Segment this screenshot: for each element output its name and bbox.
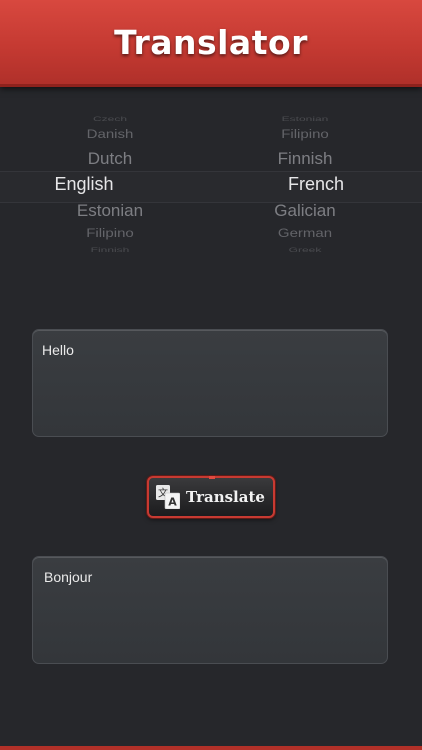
svg-text:A: A: [168, 496, 177, 509]
target-language-selected[interactable]: French: [226, 174, 406, 195]
translate-button-label: Translate: [186, 488, 265, 506]
source-language-option[interactable]: Finnish: [20, 246, 200, 254]
translation-output-value: Bonjour: [44, 569, 93, 585]
source-language-option[interactable]: Filipino: [20, 227, 200, 241]
target-language-option[interactable]: Estonian: [215, 115, 395, 123]
button-accent-tick: [209, 476, 215, 479]
source-language-option[interactable]: Czech: [20, 115, 200, 123]
target-language-option[interactable]: German: [215, 227, 395, 241]
translate-button[interactable]: 文 A Translate: [147, 476, 275, 518]
app-header: Translator: [0, 0, 422, 87]
source-language-option[interactable]: Dutch: [20, 149, 200, 169]
target-language-option[interactable]: Finnish: [215, 149, 395, 169]
target-language-option[interactable]: Galician: [215, 201, 395, 221]
source-language-option[interactable]: Danish: [20, 128, 200, 142]
source-language-selected[interactable]: English: [0, 174, 174, 195]
source-text-input[interactable]: Hello: [32, 329, 388, 437]
translation-output[interactable]: Bonjour: [32, 556, 388, 664]
language-picker[interactable]: Czech Danish Dutch English Estonian Fili…: [0, 112, 422, 257]
target-language-option[interactable]: Greek: [215, 246, 395, 254]
target-language-wheel[interactable]: Estonian Filipino Finnish French Galicia…: [215, 112, 395, 257]
target-language-option[interactable]: Filipino: [215, 128, 395, 142]
bottom-accent-bar: [0, 746, 422, 750]
app-title: Translator: [114, 22, 308, 62]
source-language-option[interactable]: Estonian: [20, 201, 200, 221]
translate-icon: 文 A: [156, 485, 181, 510]
source-text-value: Hello: [42, 342, 74, 358]
source-language-wheel[interactable]: Czech Danish Dutch English Estonian Fili…: [20, 112, 200, 257]
